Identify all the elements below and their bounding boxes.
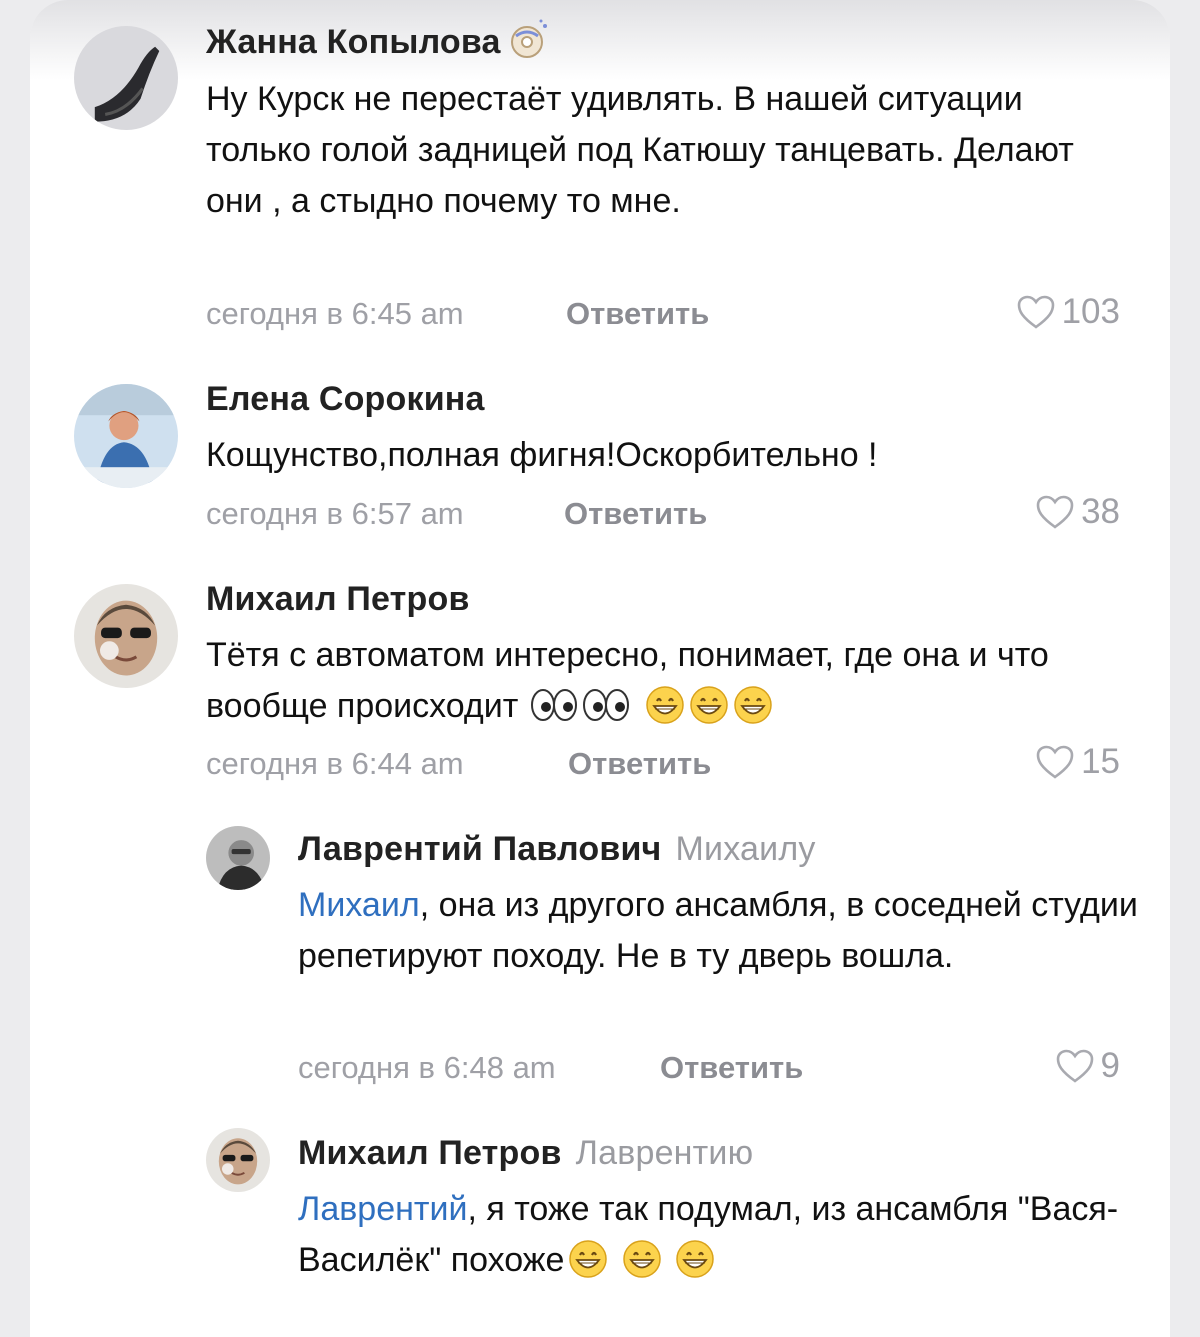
- reply-button[interactable]: Ответить: [566, 296, 709, 332]
- like-count: 38: [1081, 492, 1120, 531]
- author-name[interactable]: Михаил Петров Лаврентию: [298, 1134, 753, 1173]
- grinning-face-emoji: [676, 1240, 715, 1278]
- author-name[interactable]: Лаврентий Павлович Михаилу: [298, 830, 816, 869]
- comment-text: Кощунство,полная фигня!Оскорбительно !: [206, 436, 878, 474]
- avatar[interactable]: [206, 826, 270, 890]
- avatar[interactable]: [74, 584, 178, 688]
- like-count: 9: [1100, 1046, 1120, 1085]
- heart-outline-icon: [1036, 745, 1074, 779]
- heart-outline-icon: [1036, 495, 1074, 529]
- author-name[interactable]: Михаил Петров: [206, 580, 470, 619]
- timestamp: сегодня в 6:45 am: [206, 296, 464, 331]
- avatar[interactable]: [74, 384, 178, 488]
- heart-outline-icon: [1017, 295, 1054, 329]
- avatar-image: [74, 384, 178, 488]
- timestamp: сегодня в 6:44 am: [206, 746, 464, 781]
- donut-badge-icon: [510, 19, 547, 58]
- like-count: 103: [1061, 292, 1120, 331]
- avatar[interactable]: [206, 1128, 270, 1192]
- author-name[interactable]: Елена Сорокина: [206, 380, 485, 419]
- comment-text: Ну Курск не перестаёт удивлять. В нашей …: [206, 80, 1074, 220]
- comment-text-body: , она из другого ансамбля, в соседней ст…: [298, 886, 1138, 975]
- avatar-image: [206, 826, 270, 890]
- author-name[interactable]: Жанна Копылова: [206, 19, 551, 66]
- mention-link[interactable]: Михаил: [298, 886, 420, 924]
- reply-button[interactable]: Ответить: [660, 1050, 803, 1086]
- grinning-face-emoji: [569, 1240, 608, 1278]
- author-name-text: Лаврентий Павлович: [298, 830, 662, 868]
- author-name-text: Жанна Копылова: [206, 22, 501, 61]
- author-name-text: Михаил Петров: [298, 1134, 562, 1172]
- comment-text: Лаврентий, я тоже так подумал, из ансамб…: [298, 1184, 1138, 1286]
- avatar-image: [206, 1128, 270, 1192]
- avatar[interactable]: [74, 26, 178, 130]
- comments-card: Жанна Копылова Ну Курск не перестаёт уди…: [30, 0, 1170, 1337]
- comment-text: Михаил, она из другого ансамбля, в сосед…: [298, 880, 1138, 982]
- mention-link[interactable]: Лаврентий: [298, 1190, 467, 1228]
- eyes-emoji: [582, 689, 629, 722]
- like-count: 15: [1081, 742, 1120, 781]
- reply-to-label[interactable]: Лаврентию: [576, 1134, 754, 1172]
- top-fade: [30, 0, 1170, 80]
- comment-text: Тётя с автоматом интересно, понимает, гд…: [206, 630, 1126, 732]
- avatar-image: [74, 584, 178, 688]
- grinning-face-emoji: [646, 686, 684, 724]
- grinning-face-emoji: [734, 686, 772, 724]
- reply-button[interactable]: Ответить: [568, 746, 711, 782]
- like-button[interactable]: 15: [1035, 742, 1120, 782]
- reply-to-label[interactable]: Михаилу: [676, 830, 816, 868]
- like-button[interactable]: 38: [1035, 492, 1120, 532]
- eyes-emoji: [530, 689, 577, 722]
- grinning-face-emoji: [690, 686, 728, 724]
- like-button[interactable]: 103: [1016, 292, 1120, 332]
- heart-outline-icon: [1056, 1049, 1093, 1083]
- like-button[interactable]: 9: [1055, 1046, 1120, 1086]
- avatar-image: [74, 26, 178, 130]
- timestamp: сегодня в 6:57 am: [206, 496, 464, 531]
- reply-button[interactable]: Ответить: [564, 496, 707, 532]
- grinning-face-emoji: [623, 1240, 661, 1278]
- timestamp: сегодня в 6:48 am: [298, 1050, 556, 1085]
